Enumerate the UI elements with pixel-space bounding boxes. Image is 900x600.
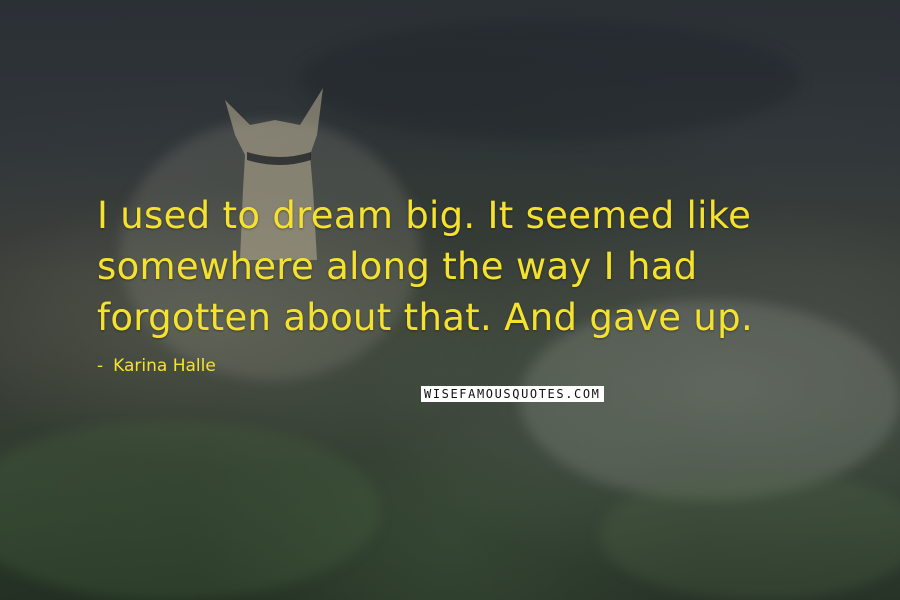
- quote-line: somewhere along the way I had: [97, 245, 698, 288]
- quote-image: I used to dream big. It seemed like some…: [0, 0, 900, 600]
- quote-text: I used to dream big. It seemed like some…: [97, 190, 857, 343]
- watermark-logo: WISEFAMOUSQUOTES.COM: [421, 386, 604, 402]
- author-dash: -: [97, 356, 104, 376]
- author-name: Karina Halle: [113, 356, 216, 376]
- quote-line: forgotten about that. And gave up.: [97, 296, 754, 339]
- author-attribution: - Karina Halle: [97, 356, 216, 376]
- wave-spray: [600, 470, 900, 600]
- wave-spray: [0, 420, 380, 600]
- quote-line: I used to dream big. It seemed like: [97, 194, 752, 237]
- wave-spray: [300, 20, 800, 140]
